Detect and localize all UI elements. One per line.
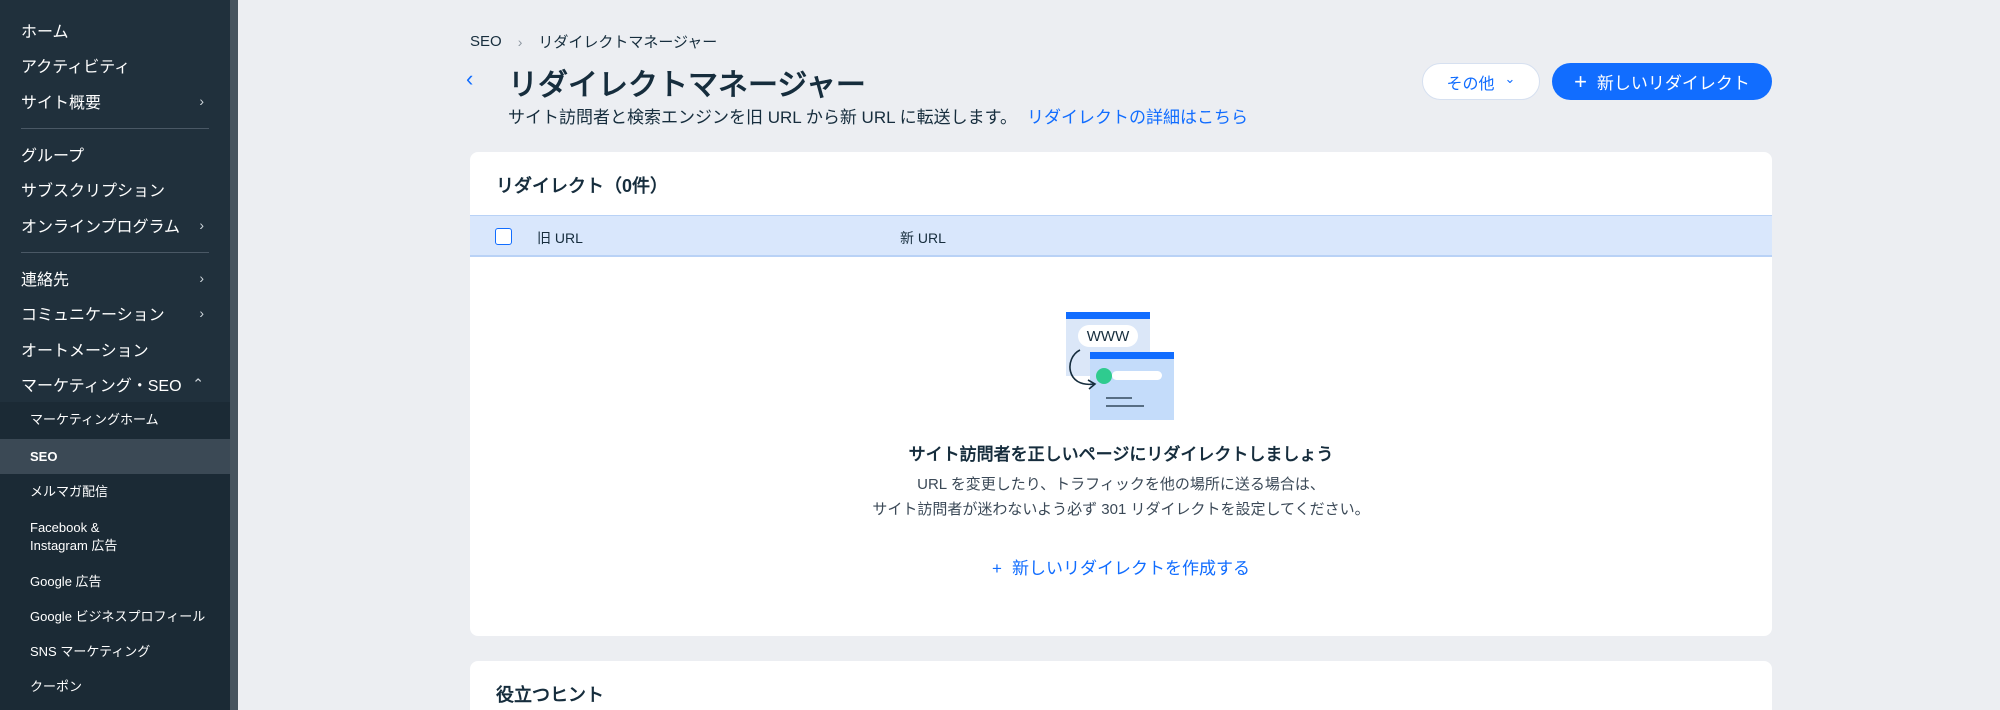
sidebar-item-label: マーケティング・SEO bbox=[21, 378, 182, 395]
sidebar-item-automations[interactable]: オートメーション bbox=[0, 332, 230, 366]
plus-icon: + bbox=[1574, 68, 1587, 94]
sidebar-subitem-social-marketing[interactable]: SNS マーケティング bbox=[0, 634, 230, 669]
more-actions-button[interactable]: その他 ⌄ bbox=[1422, 63, 1540, 100]
breadcrumb: SEO › リダイレクトマネージャー bbox=[470, 31, 717, 52]
sidebar-subitem-coupons[interactable]: クーポン bbox=[0, 669, 230, 704]
sidebar-item-contacts[interactable]: 連絡先 › bbox=[0, 261, 230, 295]
chevron-right-icon: › bbox=[199, 93, 204, 109]
column-header-new-url: 新 URL bbox=[900, 230, 946, 246]
new-redirect-button[interactable]: + 新しいリダイレクト bbox=[1552, 63, 1772, 100]
sidebar-subitem-google-business-profile[interactable]: Google ビジネスプロフィール bbox=[0, 599, 230, 634]
sidebar-item-label: アクティビティ bbox=[21, 59, 131, 76]
sidebar-item-marketing-seo[interactable]: マーケティング・SEO ⌃ bbox=[0, 367, 230, 401]
sidebar-subitem-label: クーポン bbox=[30, 678, 83, 694]
table-header: 旧 URL 新 URL bbox=[470, 215, 1772, 257]
sidebar-subitem-label: Google 広告 bbox=[30, 573, 102, 589]
sidebar-subitem-seo[interactable]: SEO bbox=[0, 439, 230, 474]
empty-state-description-line2: サイト訪問者が迷わないよう必ず 301 リダイレクトを設定してください。 bbox=[872, 501, 1370, 518]
sidebar-subitem-google-ads[interactable]: Google 広告 bbox=[0, 564, 230, 599]
breadcrumb-current: リダイレクトマネージャー bbox=[538, 34, 718, 51]
sidebar-subitem-label: SNS マーケティング bbox=[30, 643, 151, 659]
sidebar-item-label: オートメーション bbox=[21, 343, 149, 360]
plus-icon: + bbox=[992, 559, 1002, 578]
sidebar-subitem-label: マーケティングホーム bbox=[30, 412, 159, 427]
redirect-illustration-icon: WWW bbox=[1066, 312, 1174, 420]
page-subtitle: サイト訪問者と検索エンジンを旧 URL から新 URL に転送します。 リダイレク… bbox=[508, 103, 1248, 128]
card-title: リダイレクト（0件） bbox=[496, 176, 669, 196]
redirects-card: リダイレクト（0件） 旧 URL 新 URL WWW サイト訪問者を正しいページ… bbox=[470, 152, 1772, 636]
sidebar-item-communications[interactable]: コミュニケーション › bbox=[0, 296, 230, 330]
sidebar-subitem-label: SEO bbox=[30, 448, 58, 464]
sidebar-item-label: ホーム bbox=[21, 24, 69, 41]
select-all-checkbox[interactable] bbox=[495, 228, 512, 245]
sidebar-item-label: コミュニケーション bbox=[21, 307, 165, 324]
illustration-www-text: WWW bbox=[1087, 328, 1130, 345]
sidebar-subitem-marketing-home[interactable]: マーケティングホーム bbox=[0, 402, 230, 438]
breadcrumb-separator-icon: › bbox=[517, 33, 523, 50]
empty-state-title: サイト訪問者を正しいページにリダイレクトしましょう bbox=[908, 445, 1334, 464]
sidebar-subitem-label: Google ビジネスプロフィール bbox=[30, 608, 206, 624]
empty-state-description-line1: URL を変更したり、トラフィックを他の場所に送る場合は、 bbox=[917, 476, 1325, 493]
sidebar-item-label: サイト概要 bbox=[21, 95, 102, 112]
sidebar-subitem-label: メルマガ配信 bbox=[30, 483, 109, 499]
sidebar-subitem-facebook-instagram-ads[interactable]: Facebook & Instagram 広告 bbox=[0, 515, 230, 559]
sidebar-subitem-email-marketing[interactable]: メルマガ配信 bbox=[0, 474, 230, 509]
chevron-down-icon: ⌄ bbox=[1504, 70, 1516, 86]
sidebar-item-subscriptions[interactable]: サブスクリプション bbox=[0, 172, 230, 206]
chevron-right-icon: › bbox=[199, 305, 204, 321]
new-redirect-label: 新しいリダイレクト bbox=[1596, 74, 1750, 93]
back-arrow-icon[interactable]: ‹ bbox=[466, 66, 473, 92]
sidebar-scrollbar[interactable] bbox=[230, 0, 238, 710]
create-redirect-link[interactable]: + 新しいリダイレクトを作成する bbox=[470, 554, 1772, 579]
tips-card: 役立つヒント bbox=[470, 661, 1772, 710]
column-header-old-url: 旧 URL bbox=[537, 230, 583, 246]
page-subtitle-text: サイト訪問者と検索エンジンを旧 URL から新 URL に転送します。 bbox=[508, 108, 1017, 127]
more-actions-label: その他 bbox=[1446, 75, 1495, 93]
page-title: リダイレクトマネージャー bbox=[508, 69, 866, 102]
sidebar-item-label: 連絡先 bbox=[21, 272, 70, 289]
sidebar-divider bbox=[21, 128, 209, 129]
create-redirect-label: 新しいリダイレクトを作成する bbox=[1011, 559, 1250, 578]
chevron-right-icon: › bbox=[199, 217, 204, 233]
sidebar-item-label: オンラインプログラム bbox=[21, 219, 181, 236]
chevron-right-icon: › bbox=[199, 270, 204, 286]
sidebar-item-site-overview[interactable]: サイト概要 › bbox=[0, 84, 230, 118]
sidebar: ホーム アクティビティ サイト概要 › グループ サブスクリプション オンラインプ… bbox=[0, 0, 230, 710]
sidebar-divider bbox=[21, 252, 209, 253]
chevron-up-icon: ⌃ bbox=[192, 375, 204, 392]
sidebar-item-label: サブスクリプション bbox=[21, 183, 166, 200]
sidebar-item-home[interactable]: ホーム bbox=[0, 13, 230, 47]
sidebar-subitem-label: Facebook & bbox=[30, 520, 100, 535]
breadcrumb-root-link[interactable]: SEO bbox=[470, 33, 502, 50]
sidebar-item-activity[interactable]: アクティビティ bbox=[0, 48, 230, 82]
tips-title: 役立つヒント bbox=[496, 685, 604, 705]
empty-state-description: URL を変更したり、トラフィックを他の場所に送る場合は、 サイト訪問者が迷わな… bbox=[470, 472, 1772, 522]
sidebar-item-groups[interactable]: グループ bbox=[0, 137, 230, 171]
sidebar-subitem-label-line2: Instagram 広告 bbox=[30, 538, 118, 553]
sidebar-item-online-programs[interactable]: オンラインプログラム › bbox=[0, 208, 230, 242]
sidebar-item-label: グループ bbox=[21, 148, 85, 165]
learn-more-link[interactable]: リダイレクトの詳細はこちら bbox=[1027, 108, 1248, 127]
